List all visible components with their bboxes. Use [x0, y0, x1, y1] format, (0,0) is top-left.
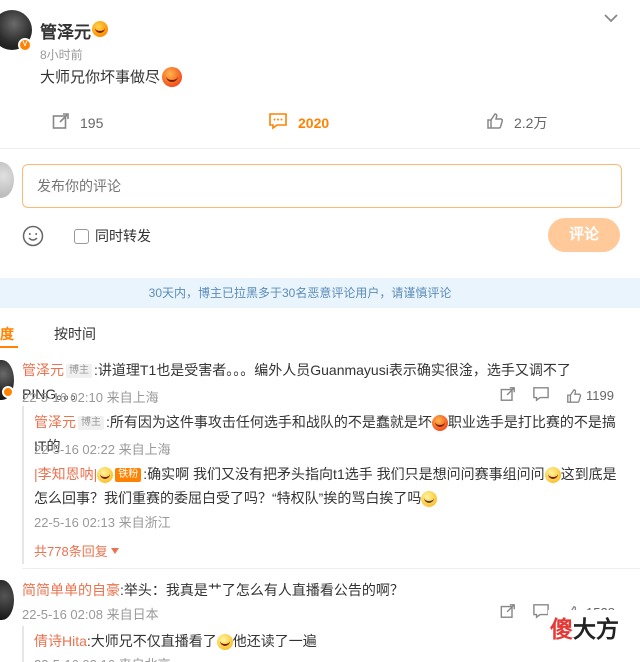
fan-tag: 铁粉	[115, 468, 142, 483]
notice-text: 30天内，博主已拉黑多于30名恶意评论用户，请谨慎评论	[148, 286, 452, 300]
tab-hot-underline	[0, 346, 18, 348]
share-icon[interactable]	[500, 603, 516, 622]
watermark-part1: 傻	[550, 616, 573, 642]
comment-author[interactable]: 简简单单的自豪	[22, 582, 120, 598]
blogger-tag: 博主	[78, 416, 104, 431]
like-icon	[486, 112, 504, 133]
checkbox-icon[interactable]	[74, 228, 89, 244]
reply-time: 22-5-16 02:13 来自浙江	[34, 515, 171, 530]
verified-badge-icon	[2, 386, 14, 398]
divider	[0, 148, 640, 149]
my-avatar	[0, 162, 14, 198]
comment-time: 22-5-16 02:08 来自日本	[22, 607, 159, 622]
comment-text: 举头：我真是艹了怎么有人直播看公告的啊？	[123, 582, 404, 598]
reply-author[interactable]: 倩诗Hita	[34, 633, 87, 649]
verified-badge-icon: V	[18, 38, 32, 52]
reply-text: 确实啊 我们又没有把矛头指向t1选手 我们只是想问问赛事组问问	[147, 466, 545, 482]
post-time: 8小时前	[40, 48, 83, 62]
reply-icon[interactable]	[532, 386, 550, 405]
repost-checkbox[interactable]: 同时转发	[74, 226, 151, 246]
crying-emoji-icon	[421, 491, 438, 508]
submit-comment-button[interactable]: 评论	[548, 218, 620, 252]
crown-emoji-icon	[97, 467, 114, 484]
smile-emoji-icon	[216, 634, 233, 651]
reply-time: 22-5-16 02:16 来自北京	[34, 654, 171, 662]
reply-text: 大师兄不仅直播看了	[90, 633, 217, 649]
post-text: 大师兄你坏事做尽	[40, 69, 161, 86]
comment-time: 22-5-16 02:10 来自上海	[22, 390, 159, 405]
comment-input[interactable]	[22, 164, 622, 208]
share-icon	[52, 112, 70, 133]
comment-avatar[interactable]	[0, 580, 14, 620]
like-count: 2.2万	[514, 114, 548, 131]
chevron-down-icon[interactable]	[604, 10, 618, 23]
caret-down-icon	[110, 547, 119, 554]
reply-author[interactable]: 管泽元	[34, 414, 76, 430]
emoji-picker-icon[interactable]	[22, 225, 44, 252]
reply-time: 22-5-16 02:22 来自上海	[34, 442, 171, 457]
like-button[interactable]: 1199	[566, 388, 614, 404]
comment-count: 2020	[298, 114, 330, 131]
reply-author[interactable]: |李知恩呐|	[34, 466, 97, 482]
divider	[22, 568, 640, 569]
like-action[interactable]: 2.2万	[486, 112, 547, 133]
like-icon	[567, 388, 582, 403]
comment-author[interactable]: 管泽元	[22, 362, 64, 378]
vip-emoji-icon	[92, 20, 108, 37]
share-count: 195	[80, 114, 104, 131]
doge-emoji-icon	[544, 467, 561, 484]
share-icon[interactable]	[500, 386, 516, 405]
like-count: 1199	[586, 388, 614, 403]
comment-2: 简简单单的自豪:举头：我真是艹了怎么有人直播看公告的啊？	[22, 582, 404, 598]
reply-text: 所有因为这件事攻击任何选手和战队的不是蠢就是坏	[109, 414, 432, 430]
reply-3: 倩诗Hita:大师兄不仅直播看了 他还读了一遍	[34, 633, 317, 651]
reply-2: |李知恩呐| 铁粉:确实啊 我们又没有把矛头指向t1选手 我们只是想问问赛事组问问…	[34, 466, 617, 508]
watermark-part2: 大方	[573, 616, 619, 642]
comment-action[interactable]: 2020	[268, 112, 329, 133]
comment-actions: 1199	[500, 386, 614, 405]
more-replies-link[interactable]: 共778条回复	[34, 541, 119, 560]
tab-by-time[interactable]: 按时间	[54, 324, 96, 344]
blogger-tag: 博主	[66, 364, 92, 379]
share-action[interactable]: 195	[52, 112, 103, 133]
watermark: 傻大方	[548, 610, 621, 644]
author-name[interactable]: 管泽元	[40, 18, 91, 43]
post-body: 大师兄你坏事做尽	[40, 66, 183, 87]
repost-label: 同时转发	[95, 228, 151, 244]
tab-hot[interactable]: 热度	[0, 324, 14, 344]
angry-emoji-icon	[431, 415, 448, 432]
more-replies-label: 共778条回复	[34, 544, 108, 559]
comment-icon	[268, 112, 288, 133]
reply-text-continued: 他还读了一遍	[232, 633, 317, 649]
angry-emoji-icon	[162, 66, 183, 87]
